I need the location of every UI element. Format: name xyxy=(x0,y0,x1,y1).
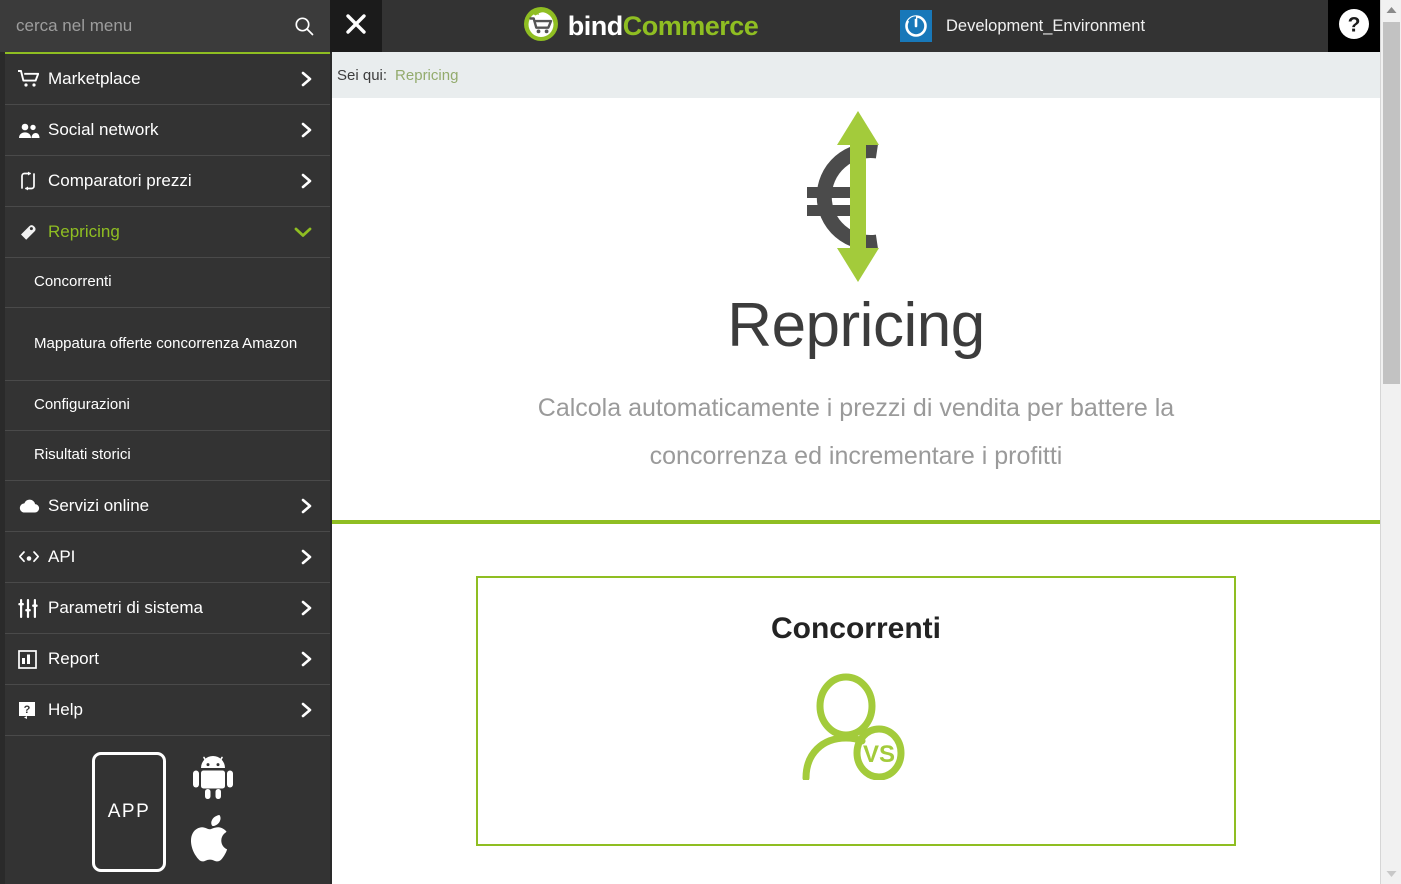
sidebar-item-comparatori-prezzi[interactable]: Comparatori prezzi xyxy=(0,156,330,207)
sidebar-item-label: Repricing xyxy=(48,222,120,241)
sidebar-left-edge xyxy=(0,52,5,884)
sidebar-item-parametri-di-sistema[interactable]: Parametri di sistema xyxy=(0,583,330,634)
report-chart-icon xyxy=(18,649,48,669)
phone-app-label: APP xyxy=(107,800,151,822)
breadcrumb: Sei qui: Repricing xyxy=(332,52,1380,98)
sidebar-item-label: Parametri di sistema xyxy=(48,598,203,617)
euro-updown-arrow-icon xyxy=(332,106,1380,286)
sidebar-subitem-label: Configurazioni xyxy=(34,396,130,414)
store-links xyxy=(188,754,238,870)
chevron-right-icon xyxy=(298,547,314,567)
shopping-cart-icon xyxy=(18,70,48,88)
sidebar-item-social-network[interactable]: Social network xyxy=(0,105,330,156)
chevron-right-icon xyxy=(298,171,314,191)
menu-search-container xyxy=(0,0,330,52)
sliders-icon xyxy=(18,598,48,618)
sidebar-item-label: Servizi online xyxy=(48,496,150,515)
help-square-icon: ? xyxy=(18,701,48,720)
apple-icon[interactable] xyxy=(188,813,238,870)
cloud-icon xyxy=(18,499,48,514)
scroll-up-arrow-icon[interactable] xyxy=(1381,0,1401,20)
search-input[interactable] xyxy=(0,0,278,52)
competitor-vs-person-icon: VS xyxy=(478,670,1234,780)
breadcrumb-prefix: Sei qui: xyxy=(337,66,388,84)
environment-label: Development_Environment xyxy=(946,16,1146,35)
sidebar-item-label: Comparatori prezzi xyxy=(48,171,192,190)
scrollbar-thumb[interactable] xyxy=(1383,22,1400,384)
sidebar-subitem-concorrenti[interactable]: Concorrenti xyxy=(0,258,330,308)
chevron-right-icon xyxy=(298,120,314,140)
sidebar-item-label: Marketplace xyxy=(48,69,141,88)
cart-logo-icon xyxy=(522,5,560,48)
sidebar-item-label: Help xyxy=(48,700,83,719)
compare-arrows-icon xyxy=(18,171,48,191)
breadcrumb-current[interactable]: Repricing xyxy=(395,67,458,84)
brand-logo[interactable]: bindCommerce xyxy=(430,0,850,52)
price-tag-icon xyxy=(18,223,48,241)
main-content: Sei qui: Repricing Repricing Calcola aut… xyxy=(330,52,1380,884)
android-icon[interactable] xyxy=(188,754,238,807)
section-divider xyxy=(332,520,1380,524)
sidebar-subitem-risultati-storici[interactable]: Risultati storici xyxy=(0,431,330,481)
svg-text:?: ? xyxy=(1348,13,1361,36)
sidebar-item-report[interactable]: Report xyxy=(0,634,330,685)
page-subtitle: Calcola automaticamente i prezzi di vend… xyxy=(537,394,1175,470)
chevron-right-icon xyxy=(298,598,314,618)
card-title: Concorrenti xyxy=(770,612,941,645)
sidebar-subitem-label: Risultati storici xyxy=(34,446,131,464)
hero-section: Repricing Calcola automaticamente i prez… xyxy=(332,98,1380,524)
sidebar-item-repricing[interactable]: Repricing xyxy=(0,207,330,258)
sidebar-item-marketplace[interactable]: Marketplace xyxy=(0,54,330,105)
code-gear-icon xyxy=(18,548,48,566)
card-concorrenti[interactable]: Concorrenti VS xyxy=(476,576,1236,846)
mobile-app-promo: APP xyxy=(0,736,330,881)
scroll-down-arrow-icon[interactable] xyxy=(1381,864,1401,884)
sidebar-subitem-label: Mappatura offerte concorrenza Amazon xyxy=(34,334,298,352)
sidebar-subitem-label: Concorrenti xyxy=(34,273,112,291)
sidebar-item-label: API xyxy=(48,547,76,566)
page-title: Repricing xyxy=(727,291,985,360)
sidebar-item-help[interactable]: ? Help xyxy=(0,685,330,736)
close-menu-button[interactable] xyxy=(330,0,382,52)
top-bar: bindCommerce Development_Environment ? xyxy=(0,0,1401,52)
application-window: bindCommerce Development_Environment ? xyxy=(0,0,1401,884)
chevron-right-icon xyxy=(298,69,314,89)
environment-indicator: Development_Environment xyxy=(900,0,1145,52)
help-button[interactable]: ? xyxy=(1328,0,1380,52)
sidebar-subitem-mappatura-offerte[interactable]: Mappatura offerte concorrenza Amazon xyxy=(0,308,330,381)
close-icon xyxy=(341,9,371,44)
search-icon[interactable] xyxy=(278,0,330,52)
sidebar-navigation: Marketplace Social network Comparatori p… xyxy=(0,52,330,884)
sidebar-item-label: Report xyxy=(48,649,100,668)
sidebar-item-api[interactable]: API xyxy=(0,532,330,583)
brand-logo-text: bindCommerce xyxy=(567,10,759,41)
users-group-icon xyxy=(18,122,48,139)
sidebar-item-servizi-online[interactable]: Servizi online xyxy=(0,481,330,532)
chevron-right-icon xyxy=(298,649,314,669)
logo-bind-text: bind xyxy=(567,10,623,41)
sidebar-item-label: Social network xyxy=(48,120,159,139)
chevron-right-icon xyxy=(298,700,314,720)
logo-commerce-text: Commerce xyxy=(622,10,759,41)
sidebar-subitem-configurazioni[interactable]: Configurazioni xyxy=(0,381,330,431)
environment-logo-icon xyxy=(900,10,932,42)
question-mark-icon: ? xyxy=(1335,5,1373,48)
page-scrollbar[interactable] xyxy=(1380,0,1401,884)
chevron-right-icon xyxy=(298,496,314,516)
svg-text:VS: VS xyxy=(863,741,895,768)
chevron-down-icon xyxy=(292,224,314,240)
phone-app-icon[interactable]: APP xyxy=(92,751,166,872)
svg-text:?: ? xyxy=(24,704,31,716)
